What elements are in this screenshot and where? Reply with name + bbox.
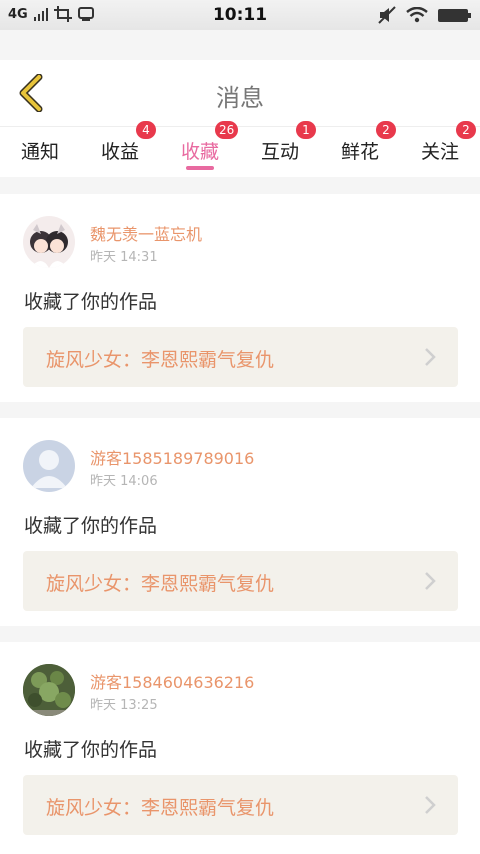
page-title: 消息 [216,84,264,112]
anime-couple-avatar[interactable] [23,216,75,268]
message-card: 游客1585189789016 昨天 14:06 收藏了你的作品 旋风少女：李恩… [0,418,480,626]
tab-flowers[interactable]: 鲜花 2 [320,121,400,177]
tab-label: 收藏 [180,141,219,163]
tab-bar: 通知 收益 4 收藏 26 互动 1 鲜花 2 关注 2 [0,121,480,177]
tab-follow[interactable]: 关注 2 [400,121,480,177]
work-title: 旋风少女：李恩熙霸气复仇 [46,797,275,819]
header: 消息 [0,60,480,126]
user-name[interactable]: 游客1585189789016 [90,445,254,469]
tab-badge: 2 [456,121,476,139]
tab-badge: 1 [296,121,316,139]
tab-label: 关注 [420,141,459,163]
action-text: 收藏了你的作品 [24,515,158,537]
chevron-right-icon [425,348,436,366]
message-time: 昨天 14:31 [90,250,158,265]
tab-label: 鲜花 [340,141,379,163]
tab-favorites[interactable]: 收藏 26 [160,121,240,177]
action-text: 收藏了你的作品 [24,291,158,313]
action-text: 收藏了你的作品 [24,739,158,761]
status-bar: 4G 10:11 [0,0,480,30]
tab-badge: 2 [376,121,396,139]
status-right [378,6,471,24]
tab-label: 收益 [100,141,139,163]
tab-label: 互动 [260,141,299,163]
tab-label: 通知 [20,141,59,163]
work-link[interactable]: 旋风少女：李恩熙霸气复仇 [23,327,458,387]
tab-badge: 4 [136,121,156,139]
tab-income[interactable]: 收益 4 [80,121,160,177]
message-time: 昨天 13:25 [90,698,158,713]
chevron-right-icon [425,572,436,590]
user-name[interactable]: 魏无羡一蓝忘机 [90,221,202,245]
wifi-icon [406,7,428,23]
work-title: 旋风少女：李恩熙霸气复仇 [46,349,275,371]
work-title: 旋风少女：李恩熙霸气复仇 [46,573,275,595]
tab-notice[interactable]: 通知 [0,127,80,177]
mute-icon [378,6,396,24]
message-card: 魏无羡一蓝忘机 昨天 14:31 收藏了你的作品 旋风少女：李恩熙霸气复仇 [0,194,480,402]
tab-badge: 26 [215,121,239,139]
work-link[interactable]: 旋风少女：李恩熙霸气复仇 [23,775,458,835]
tab-interaction[interactable]: 互动 1 [240,121,320,177]
user-name[interactable]: 游客1584604636216 [90,669,254,693]
work-link[interactable]: 旋风少女：李恩熙霸气复仇 [23,551,458,611]
message-time: 昨天 14:06 [90,474,158,489]
battery-icon [438,8,471,22]
message-card: 游客1584604636216 昨天 13:25 收藏了你的作品 旋风少女：李恩… [0,642,480,854]
chevron-right-icon [425,796,436,814]
active-tab-indicator [186,166,214,170]
plant-photo-avatar[interactable] [23,664,75,716]
default-user-avatar[interactable] [23,440,75,492]
